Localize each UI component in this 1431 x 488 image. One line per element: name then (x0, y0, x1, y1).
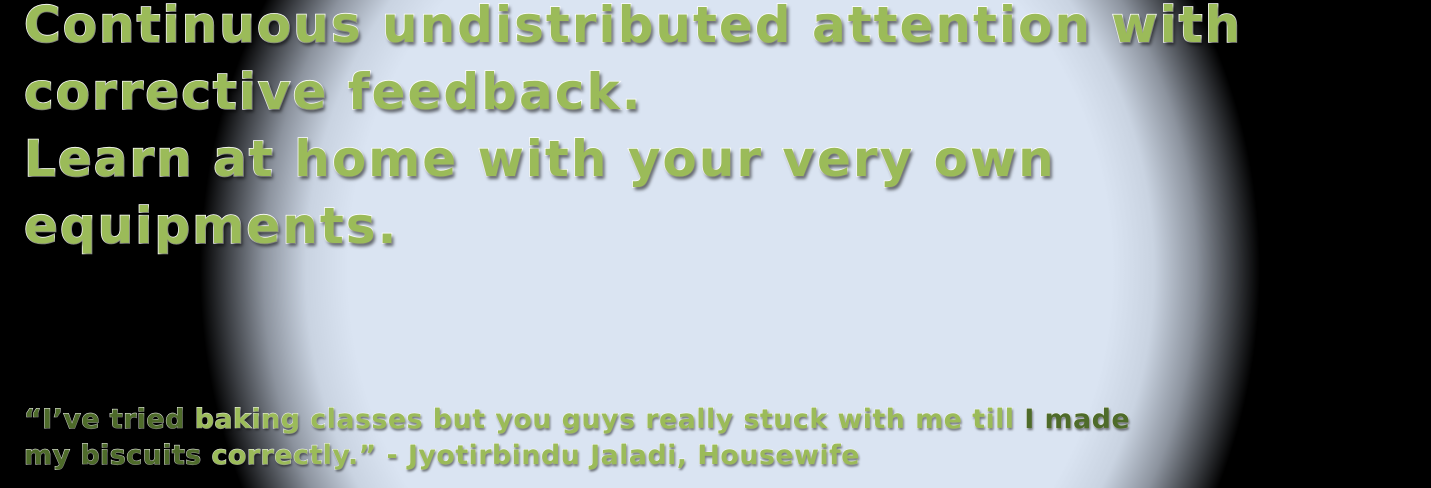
headline-line-3: Learn at home with your very own (23, 129, 1056, 189)
testimonial-emphasis-biscuits: my biscuits (24, 440, 202, 472)
testimonial-text: baking classes but you guys really stuck… (184, 404, 1025, 436)
testimonial-quote: “I’ve tried baking classes but you guys … (24, 402, 1414, 474)
headline-line-4: equipments. (23, 196, 399, 256)
testimonial-attribution: correctly.” - Jyotirbindu Jaladi, Housew… (201, 440, 860, 472)
testimonial-emphasis-end: I made (1024, 404, 1131, 436)
headline: Continuous undistributed attention with … (23, 0, 1414, 260)
headline-line-2: corrective feedback. (23, 62, 643, 122)
testimonial-line-1: “I’ve tried baking classes but you guys … (24, 402, 1414, 438)
testimonial-line-2: my biscuits correctly.” - Jyotirbindu Ja… (24, 438, 1414, 474)
testimonial-emphasis-start: “I’ve tried (24, 404, 185, 436)
headline-line-1: Continuous undistributed attention with (23, 0, 1243, 55)
